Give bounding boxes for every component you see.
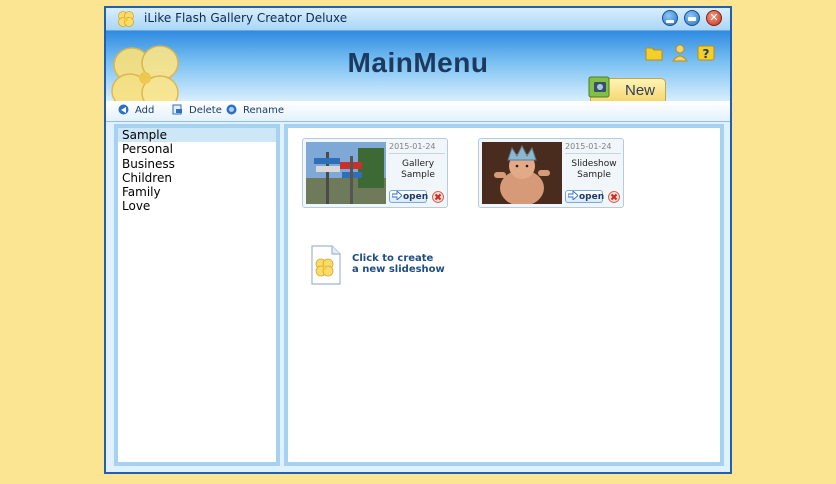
- delete-album-icon[interactable]: [608, 191, 620, 203]
- rename-button[interactable]: Rename: [226, 104, 284, 116]
- album-card[interactable]: 2015-01-24 Slideshow Sample open: [478, 138, 624, 208]
- new-tab[interactable]: New: [588, 76, 666, 101]
- open-button[interactable]: open: [565, 190, 605, 203]
- minimize-button[interactable]: [662, 10, 678, 26]
- open-button[interactable]: open: [389, 190, 429, 203]
- album-date: 2015-01-24: [389, 142, 445, 154]
- delete-label: Delete: [189, 105, 222, 116]
- create-line1: Click to create: [352, 253, 434, 264]
- album-card[interactable]: 2015-01-24 Gallery Sample open: [302, 138, 448, 208]
- page-title: MainMenu: [347, 47, 489, 78]
- album-name-line2: Sample: [401, 170, 435, 180]
- restore-icon: [688, 17, 696, 21]
- list-item[interactable]: Family: [118, 185, 276, 199]
- rename-icon: [226, 104, 237, 115]
- album-name: Gallery Sample: [389, 159, 447, 181]
- svg-text:?: ?: [703, 47, 710, 61]
- delete-icon: [172, 104, 182, 115]
- album-area: 2015-01-24 Gallery Sample open 2015-01-2…: [284, 124, 724, 466]
- open-label: open: [403, 192, 429, 202]
- delete-album-icon[interactable]: [432, 191, 444, 203]
- rename-label: Rename: [243, 105, 285, 116]
- delete-button[interactable]: Delete: [172, 104, 222, 116]
- new-slideshow-icon: [311, 245, 341, 285]
- street-signs-photo: [306, 142, 386, 204]
- album-name-line1: Slideshow: [571, 159, 617, 169]
- title-bar[interactable]: iLike Flash Gallery Creator Deluxe ✕: [106, 8, 730, 31]
- arrow-right-icon: [392, 191, 402, 200]
- app-window: iLike Flash Gallery Creator Deluxe ✕ Mai…: [104, 6, 732, 474]
- album-name: Slideshow Sample: [565, 159, 623, 181]
- album-name-line2: Sample: [577, 170, 611, 180]
- new-tab-label: New: [625, 82, 656, 99]
- toolbar: Add Delete Rename: [106, 101, 730, 122]
- add-label: Add: [135, 105, 155, 116]
- open-label: open: [579, 192, 605, 202]
- list-item[interactable]: Love: [118, 199, 276, 213]
- close-icon: ✕: [709, 11, 719, 24]
- window-title: iLike Flash Gallery Creator Deluxe: [144, 11, 348, 25]
- list-item[interactable]: Personal: [118, 142, 276, 156]
- restore-button[interactable]: [684, 10, 700, 26]
- create-slideshow-link[interactable]: Click to create a new slideshow: [308, 244, 458, 290]
- create-line2: a new slideshow: [352, 264, 445, 275]
- list-item[interactable]: Children: [118, 171, 276, 185]
- create-slideshow-text: Click to create a new slideshow: [352, 253, 445, 275]
- add-icon: [118, 104, 129, 115]
- add-button[interactable]: Add: [118, 104, 154, 116]
- list-item[interactable]: Business: [118, 157, 276, 171]
- minimize-icon: [666, 20, 674, 23]
- user-icon[interactable]: [670, 43, 690, 63]
- baby-crown-photo: [482, 142, 562, 204]
- close-button[interactable]: ✕: [706, 10, 722, 26]
- album-name-line1: Gallery: [401, 159, 435, 169]
- list-item[interactable]: Sample: [118, 128, 276, 143]
- help-icon[interactable]: ?: [696, 43, 716, 63]
- album-date: 2015-01-24: [565, 142, 621, 154]
- header-banner: MainMenu ? New: [106, 31, 730, 101]
- new-album-icon: [588, 76, 610, 98]
- category-list: Sample Personal Business Children Family…: [114, 124, 280, 466]
- arrow-right-icon: [568, 191, 578, 200]
- folder-icon[interactable]: [644, 43, 664, 63]
- clover-icon: [118, 11, 134, 27]
